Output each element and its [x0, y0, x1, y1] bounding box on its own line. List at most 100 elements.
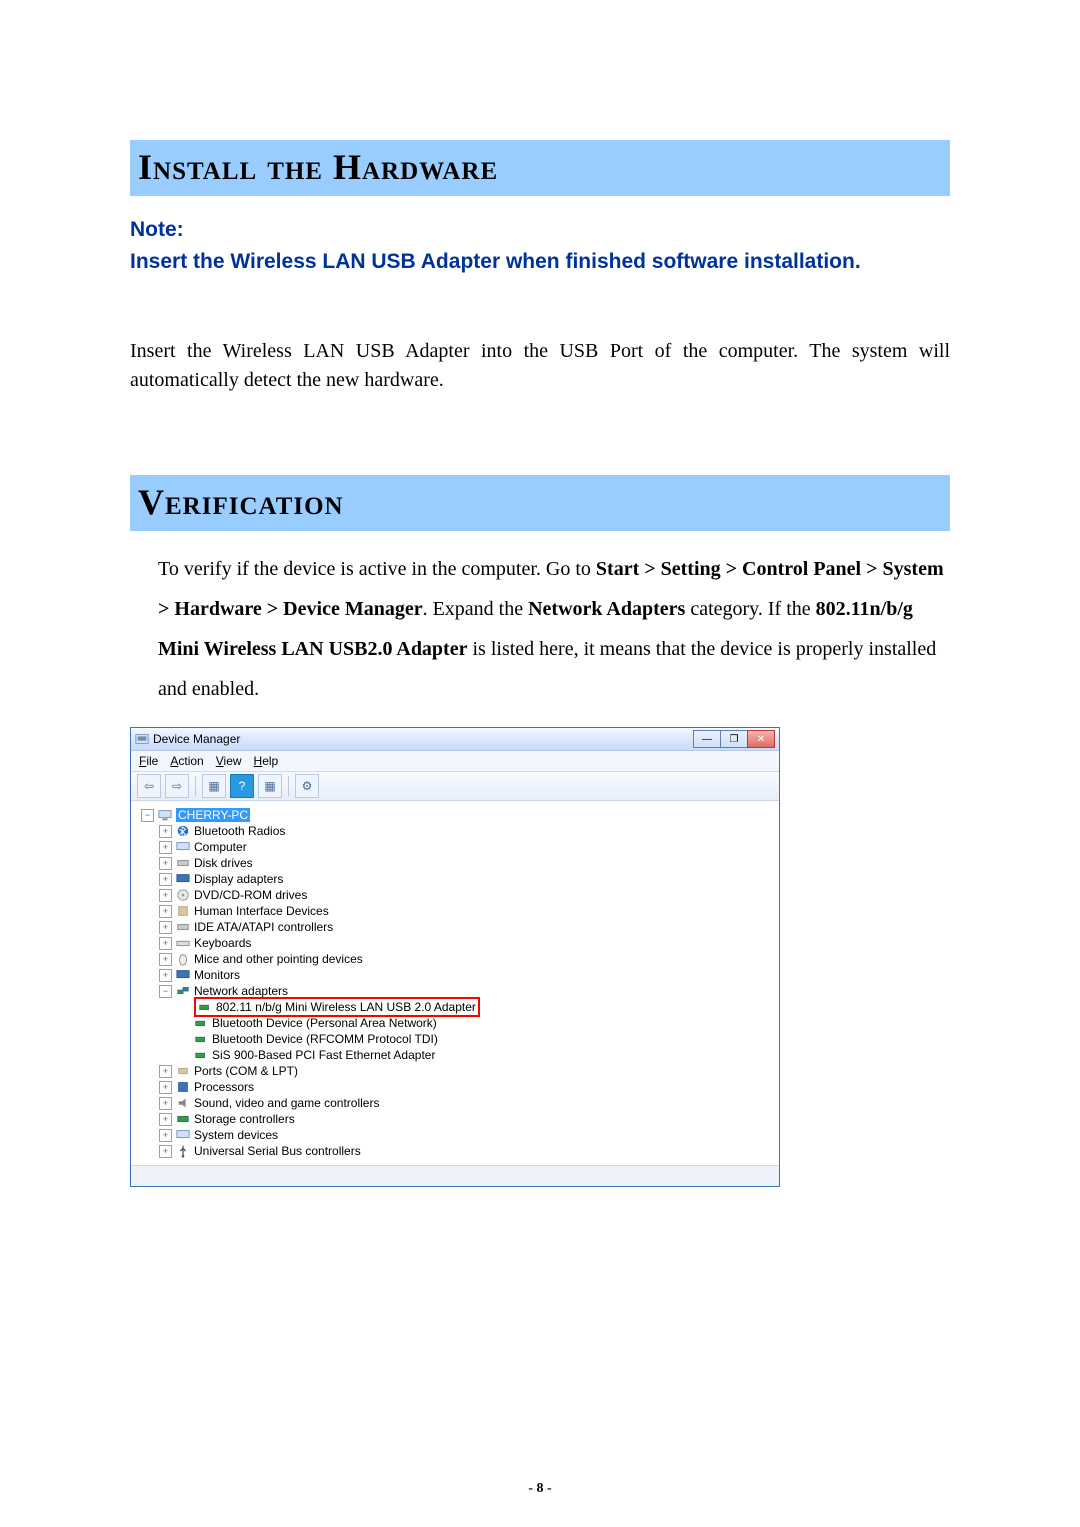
computer-icon	[158, 808, 172, 822]
note-block: Note: Insert the Wireless LAN USB Adapte…	[130, 214, 950, 277]
item-label: Bluetooth Device (Personal Area Network)	[212, 1016, 437, 1030]
network-icon	[176, 984, 190, 998]
item-label: Processors	[194, 1080, 254, 1094]
verify-c: . Expand the	[423, 598, 529, 620]
monitor-icon	[176, 968, 190, 982]
tree-item[interactable]: + Universal Serial Bus controllers	[159, 1143, 779, 1159]
item-label: Keyboards	[194, 936, 251, 950]
network-adapter-icon	[194, 1048, 208, 1062]
menu-file[interactable]: File	[139, 754, 158, 768]
item-label: 802.11 n/b/g Mini Wireless LAN USB 2.0 A…	[216, 1000, 476, 1014]
expand-icon[interactable]: +	[159, 841, 172, 854]
status-bar	[131, 1165, 779, 1186]
tree-item[interactable]: SiS 900-Based PCI Fast Ethernet Adapter	[177, 1047, 779, 1063]
tree-item[interactable]: +Storage controllers	[159, 1111, 779, 1127]
expand-icon[interactable]: +	[159, 873, 172, 886]
toolbar-button[interactable]: ▦	[202, 774, 226, 798]
verify-e: category. If the	[685, 598, 815, 620]
expand-icon[interactable]: +	[159, 889, 172, 902]
dvd-icon	[176, 888, 190, 902]
expand-icon[interactable]: +	[159, 857, 172, 870]
scan-button[interactable]: ⚙	[295, 774, 319, 798]
expand-icon[interactable]: +	[159, 1129, 172, 1142]
tree-item[interactable]: + Keyboards	[159, 935, 779, 951]
tree-item[interactable]: + System devices	[159, 1127, 779, 1143]
separator	[288, 776, 289, 796]
tree-item[interactable]: Bluetooth Device (Personal Area Network)	[177, 1015, 779, 1031]
item-label: System devices	[194, 1128, 278, 1142]
item-label: SiS 900-Based PCI Fast Ethernet Adapter	[212, 1048, 435, 1062]
tree-item[interactable]: + Computer	[159, 839, 779, 855]
menubar: File Action View Help	[131, 751, 779, 772]
sound-icon	[176, 1096, 190, 1110]
expand-icon[interactable]: +	[159, 937, 172, 950]
root-label: CHERRY-PC	[176, 808, 250, 822]
device-tree[interactable]: − CHERRY-PC +Bluetooth Radios +Computer …	[131, 801, 779, 1165]
verify-d: Network Adapters	[528, 598, 685, 620]
tree-item[interactable]: + Human Interface Devices	[159, 903, 779, 919]
item-label: DVD/CD-ROM drives	[194, 888, 307, 902]
expand-icon[interactable]: +	[159, 1065, 172, 1078]
tree-item[interactable]: + Ports (COM & LPT)	[159, 1063, 779, 1079]
tree-item[interactable]: + IDE ATA/ATAPI controllers	[159, 919, 779, 935]
toolbar-button[interactable]: ▦	[258, 774, 282, 798]
heading-verification: Verification	[130, 475, 950, 531]
separator	[195, 776, 196, 796]
item-label: Mice and other pointing devices	[194, 952, 363, 966]
network-adapter-icon	[194, 1016, 208, 1030]
tree-item[interactable]: + Sound, video and game controllers	[159, 1095, 779, 1111]
app-icon	[135, 732, 149, 746]
tree-item[interactable]: + Display adapters	[159, 871, 779, 887]
item-label: IDE ATA/ATAPI controllers	[194, 920, 333, 934]
close-button[interactable]: ✕	[747, 730, 775, 748]
tree-item[interactable]: + Bluetooth Radios	[159, 823, 779, 839]
network-adapter-icon	[198, 1000, 212, 1014]
expand-icon[interactable]: +	[159, 969, 172, 982]
item-label: Sound, video and game controllers	[194, 1096, 379, 1110]
tree-root[interactable]: − CHERRY-PC	[141, 807, 779, 823]
item-label: Display adapters	[194, 872, 283, 886]
hid-icon	[176, 904, 190, 918]
verify-a: To verify if the device is active in the…	[158, 558, 596, 580]
expand-icon[interactable]: +	[159, 905, 172, 918]
tree-item[interactable]: + Processors	[159, 1079, 779, 1095]
item-label: Ports (COM & LPT)	[194, 1064, 298, 1078]
install-body: Insert the Wireless LAN USB Adapter into…	[130, 337, 950, 395]
collapse-icon[interactable]: −	[159, 985, 172, 998]
minimize-button[interactable]: —	[693, 730, 721, 748]
back-button[interactable]: ⇦	[137, 774, 161, 798]
tree-item[interactable]: +Monitors	[159, 967, 779, 983]
help-button[interactable]: ?	[230, 774, 254, 798]
page-number: - 8 -	[0, 1481, 1080, 1497]
expand-icon[interactable]: +	[159, 1145, 172, 1158]
item-label: Computer	[194, 840, 247, 854]
computer-icon	[176, 840, 190, 854]
maximize-button[interactable]: ❐	[720, 730, 748, 748]
titlebar[interactable]: Device Manager — ❐ ✕	[131, 728, 779, 751]
tree-item-adapter-highlighted[interactable]: 802.11 n/b/g Mini Wireless LAN USB 2.0 A…	[177, 999, 779, 1015]
menu-action[interactable]: Action	[170, 754, 203, 768]
disk-icon	[176, 856, 190, 870]
expand-icon[interactable]: +	[159, 953, 172, 966]
storage-icon	[176, 1112, 190, 1126]
tree-item[interactable]: + DVD/CD-ROM drives	[159, 887, 779, 903]
item-label: Universal Serial Bus controllers	[194, 1144, 361, 1158]
system-icon	[176, 1128, 190, 1142]
tree-item[interactable]: + Mice and other pointing devices	[159, 951, 779, 967]
menu-view[interactable]: View	[216, 754, 242, 768]
menu-help[interactable]: Help	[254, 754, 279, 768]
expand-icon[interactable]: +	[159, 825, 172, 838]
tree-item[interactable]: +Disk drives	[159, 855, 779, 871]
expand-icon[interactable]: +	[159, 1113, 172, 1126]
expand-icon[interactable]: +	[159, 1081, 172, 1094]
item-label: Bluetooth Radios	[194, 824, 285, 838]
forward-button[interactable]: ⇨	[165, 774, 189, 798]
tree-item[interactable]: Bluetooth Device (RFCOMM Protocol TDI)	[177, 1031, 779, 1047]
item-label: Bluetooth Device (RFCOMM Protocol TDI)	[212, 1032, 438, 1046]
expand-icon[interactable]: +	[159, 921, 172, 934]
item-label: Human Interface Devices	[194, 904, 329, 918]
collapse-icon[interactable]: −	[141, 809, 154, 822]
usb-icon	[176, 1144, 190, 1158]
network-adapter-icon	[194, 1032, 208, 1046]
expand-icon[interactable]: +	[159, 1097, 172, 1110]
